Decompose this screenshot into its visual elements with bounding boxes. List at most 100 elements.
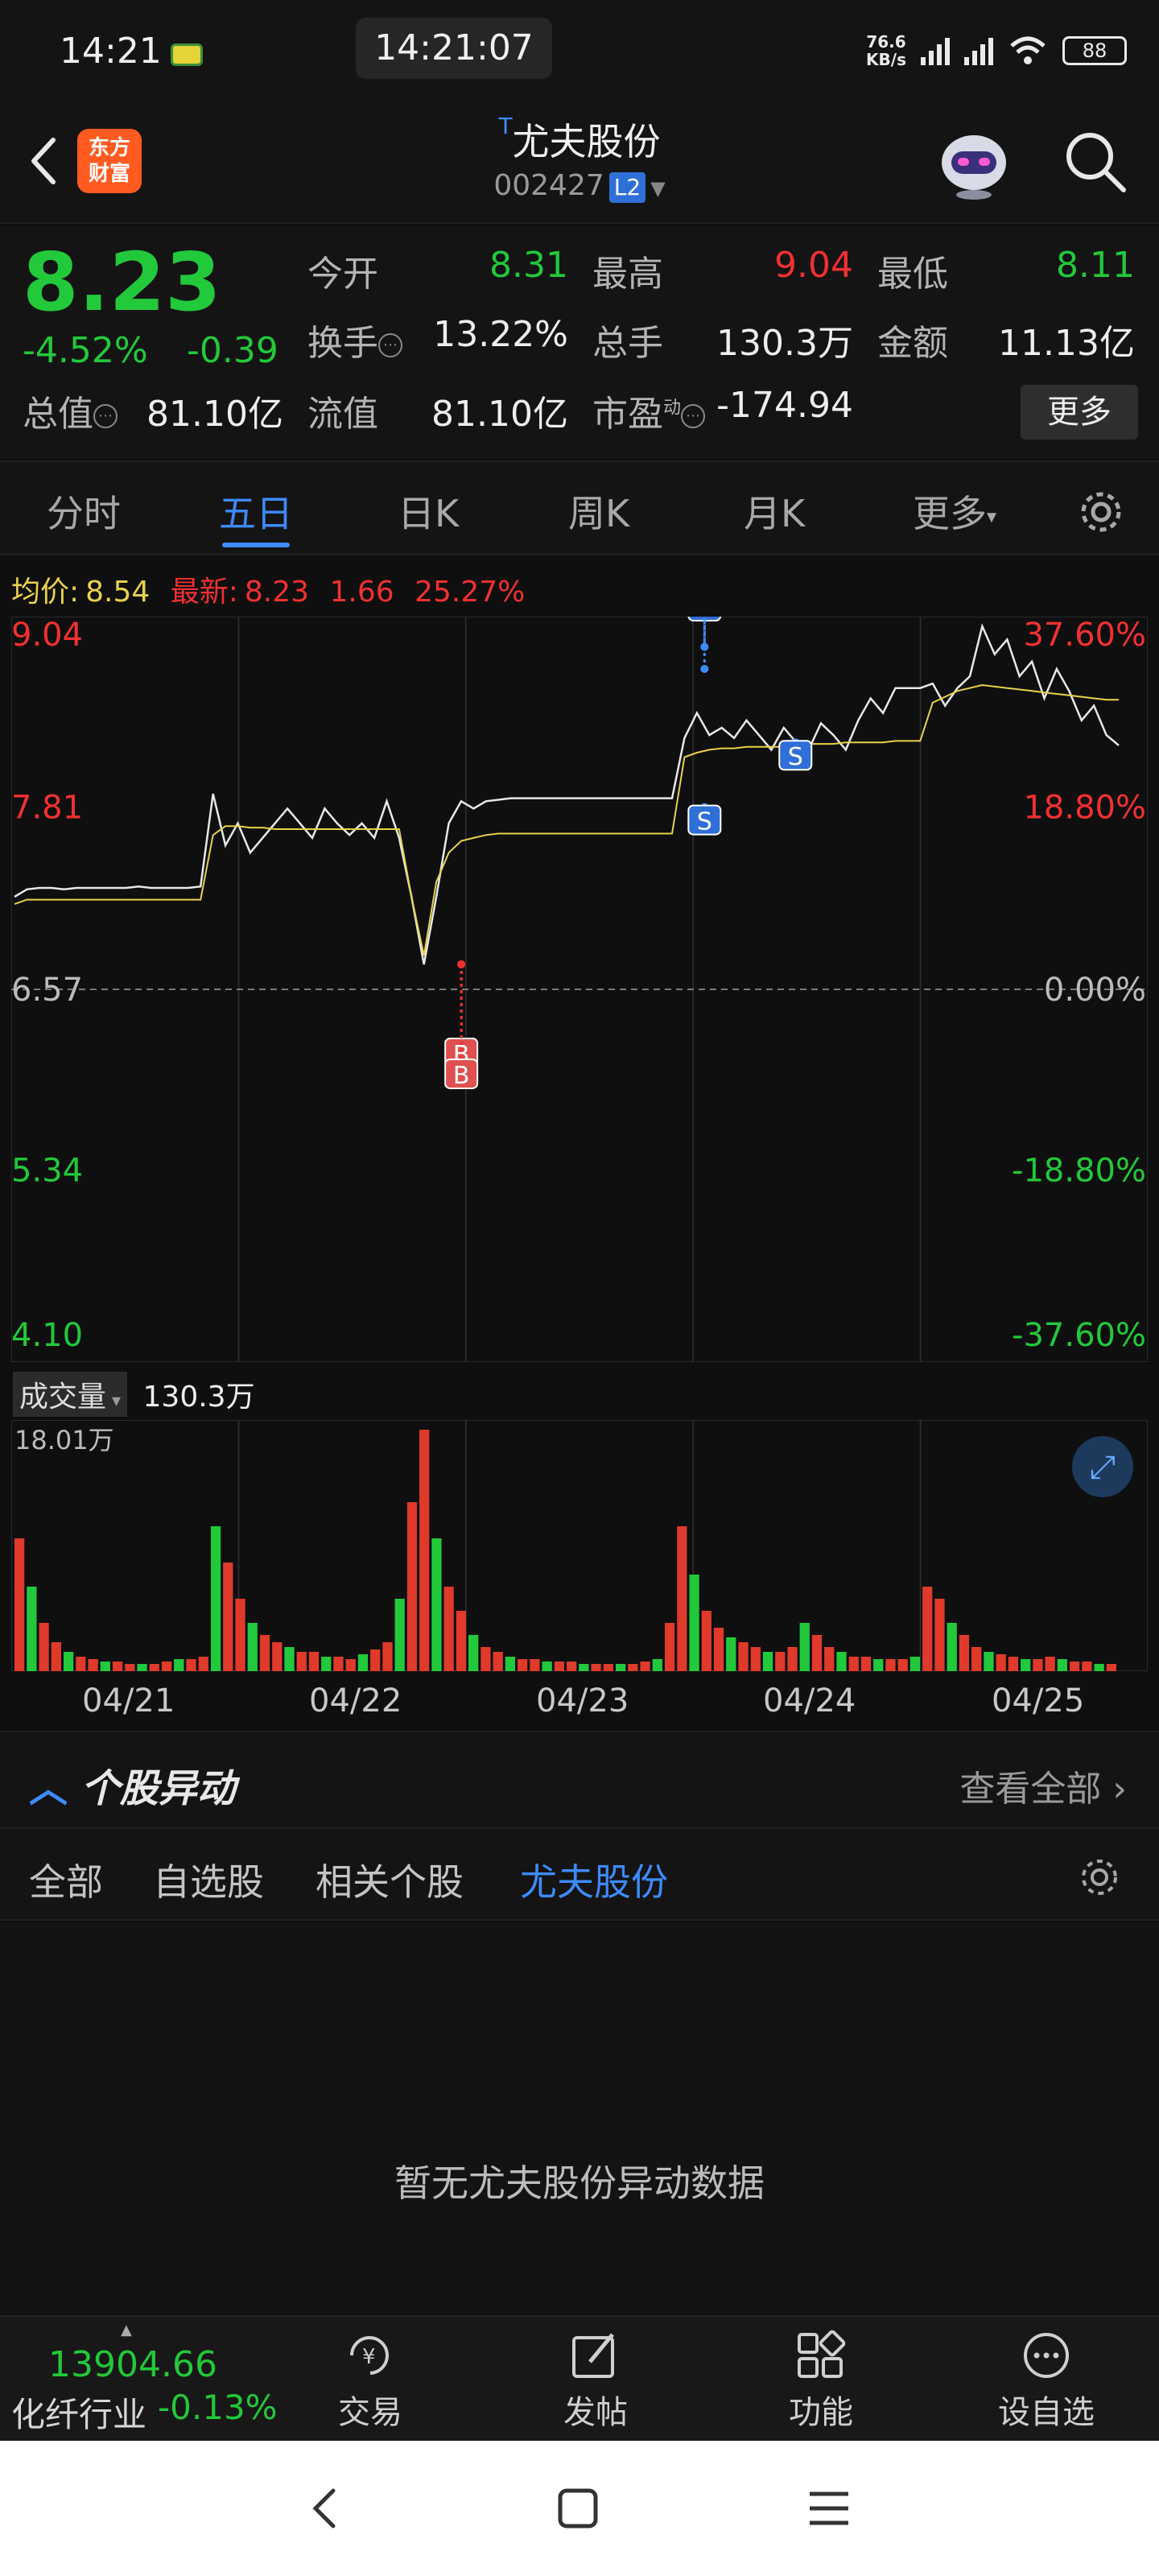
volume-bar xyxy=(345,1659,356,1671)
volume-chart[interactable]: 18.01万 ⤢ xyxy=(11,1420,1148,1671)
mktcap-value: 81.10亿 xyxy=(146,394,283,435)
quote-panel: 8.23 -4.52% -0.39 今开 8.31 最高 9.04 最低 8.1… xyxy=(0,225,1159,459)
volume-value: 130.3万 xyxy=(716,323,853,364)
filter-watchlist[interactable]: 自选股 xyxy=(153,1853,264,1906)
volume-bar xyxy=(873,1659,884,1671)
volume-bar xyxy=(775,1652,786,1671)
tab-weekly-k[interactable]: 周K xyxy=(568,485,629,538)
volume-bar xyxy=(738,1642,749,1671)
tab-monthly-k[interactable]: 月K xyxy=(744,485,805,538)
volume-frame xyxy=(11,1420,1148,1671)
notification-app-icon xyxy=(171,43,203,66)
info-icon[interactable]: ⋯ xyxy=(681,404,706,428)
volume-bar xyxy=(860,1657,872,1671)
open-value: 8.31 xyxy=(489,245,568,286)
info-icon[interactable]: ⋯ xyxy=(378,333,402,357)
nav-trade[interactable]: ¥ 交易 xyxy=(314,2330,427,2433)
volume-bar xyxy=(518,1659,528,1671)
nav-functions[interactable]: 功能 xyxy=(765,2330,877,2433)
turnover-label: 换手 ⋯ xyxy=(307,314,402,365)
volume-bar xyxy=(750,1647,761,1671)
status-icons: 76.6 KB/s 88 xyxy=(866,32,1127,69)
stock-code[interactable]: 002427 L2 ▼ xyxy=(451,169,708,203)
volume-bar xyxy=(406,1502,418,1671)
volume-bar xyxy=(1070,1662,1080,1671)
volume-bar xyxy=(210,1526,221,1671)
volume-bar xyxy=(394,1599,405,1671)
volume-selector[interactable]: 成交量 ▾ xyxy=(13,1372,128,1417)
robot-assistant-icon[interactable] xyxy=(934,122,1014,200)
volume-bar xyxy=(1008,1657,1019,1671)
date-label: 04/23 xyxy=(536,1682,629,1719)
volume-bar xyxy=(27,1587,37,1671)
volume-bar xyxy=(223,1563,233,1671)
stock-name: T尤夫股份 xyxy=(498,113,661,163)
trade-point xyxy=(700,664,709,673)
volume-bar xyxy=(493,1652,503,1671)
system-home-icon[interactable] xyxy=(555,2486,600,2531)
tab-intraday[interactable]: 分时 xyxy=(47,485,121,538)
price-line xyxy=(14,623,1120,965)
volume-bar xyxy=(971,1647,982,1671)
volume-bar xyxy=(603,1664,613,1671)
avg-label: 均价: xyxy=(11,576,80,609)
filter-this-stock[interactable]: 尤夫股份 xyxy=(520,1853,668,1906)
caret-up-icon: ▲ xyxy=(121,2322,132,2339)
app-logo[interactable]: 东方 财富 xyxy=(77,129,142,193)
five-day-price-chart[interactable]: 9.04 37.60% 7.81 18.80% 6.57 0.00% 5.34 -18.80%… xyxy=(11,617,1148,1362)
filter-related[interactable]: 相关个股 xyxy=(316,1853,464,1906)
status-time: 14:21 xyxy=(60,31,162,72)
abnormal-section-header[interactable]: ︿ 个股异动 查看全部 › xyxy=(0,1731,1159,1827)
t-mark: T xyxy=(498,113,513,139)
more-button[interactable]: 更多 xyxy=(1021,385,1138,440)
volume-bar xyxy=(1021,1659,1031,1671)
y-tick-left: 7.81 xyxy=(11,790,83,827)
volume-bar xyxy=(161,1662,172,1671)
avg-value: 8.54 xyxy=(85,576,151,609)
nav-add-watchlist[interactable]: 设自选 xyxy=(990,2330,1103,2433)
y-tick-left: 4.10 xyxy=(11,1317,83,1354)
nav-post[interactable]: 发帖 xyxy=(539,2330,652,2433)
info-icon[interactable]: ⋯ xyxy=(93,404,118,428)
volume-bar xyxy=(1094,1664,1104,1671)
tab-daily-k[interactable]: 日K xyxy=(398,485,459,538)
system-menu-icon[interactable] xyxy=(805,2486,853,2531)
volume-bar xyxy=(76,1657,86,1671)
system-back-icon[interactable] xyxy=(304,2483,344,2534)
stock-header: 东方 财富 T尤夫股份 002427 L2 ▼ xyxy=(0,97,1159,224)
level2-badge: L2 xyxy=(608,172,646,203)
trade-point xyxy=(700,642,709,651)
volume-bar xyxy=(664,1623,675,1671)
system-navigation-bar xyxy=(0,2441,1159,2576)
volume-bar xyxy=(431,1538,442,1671)
gear-icon[interactable] xyxy=(1075,1853,1124,1901)
gear-icon[interactable] xyxy=(1075,486,1127,538)
trade-point xyxy=(457,960,466,968)
signal-icon-2 xyxy=(964,36,993,65)
back-arrow-icon[interactable] xyxy=(21,129,69,193)
search-icon[interactable] xyxy=(1059,126,1132,198)
tab-five-day[interactable]: 五日 xyxy=(219,485,293,538)
volume-bar xyxy=(628,1664,638,1671)
volume-bar xyxy=(824,1647,835,1671)
sell-marker-label: S xyxy=(697,808,712,836)
volume-bar xyxy=(1106,1664,1116,1671)
volume-bar xyxy=(836,1652,847,1671)
industry-index-value[interactable]: 13904.66 xyxy=(48,2344,217,2385)
volume-bar xyxy=(272,1642,283,1671)
volume-bar xyxy=(149,1664,159,1671)
volume-bar xyxy=(357,1654,369,1671)
view-all-link[interactable]: 查看全部 › xyxy=(959,1760,1127,1811)
volume-bar xyxy=(848,1657,859,1671)
high-label: 最高 xyxy=(592,254,663,295)
volume-bar xyxy=(370,1649,381,1671)
industry-name[interactable]: 化纤行业 xyxy=(11,2388,146,2437)
latest-label: 最新: xyxy=(170,576,238,609)
filter-all[interactable]: 全部 xyxy=(29,1853,103,1906)
volume-bar xyxy=(88,1659,98,1671)
volume-bar xyxy=(984,1652,994,1671)
tab-more[interactable]: 更多▾ xyxy=(913,485,996,538)
y-tick-left: 5.34 xyxy=(11,1153,83,1190)
volume-bar xyxy=(382,1642,393,1671)
pe-label: 市盈动 ⋯ xyxy=(592,385,706,436)
